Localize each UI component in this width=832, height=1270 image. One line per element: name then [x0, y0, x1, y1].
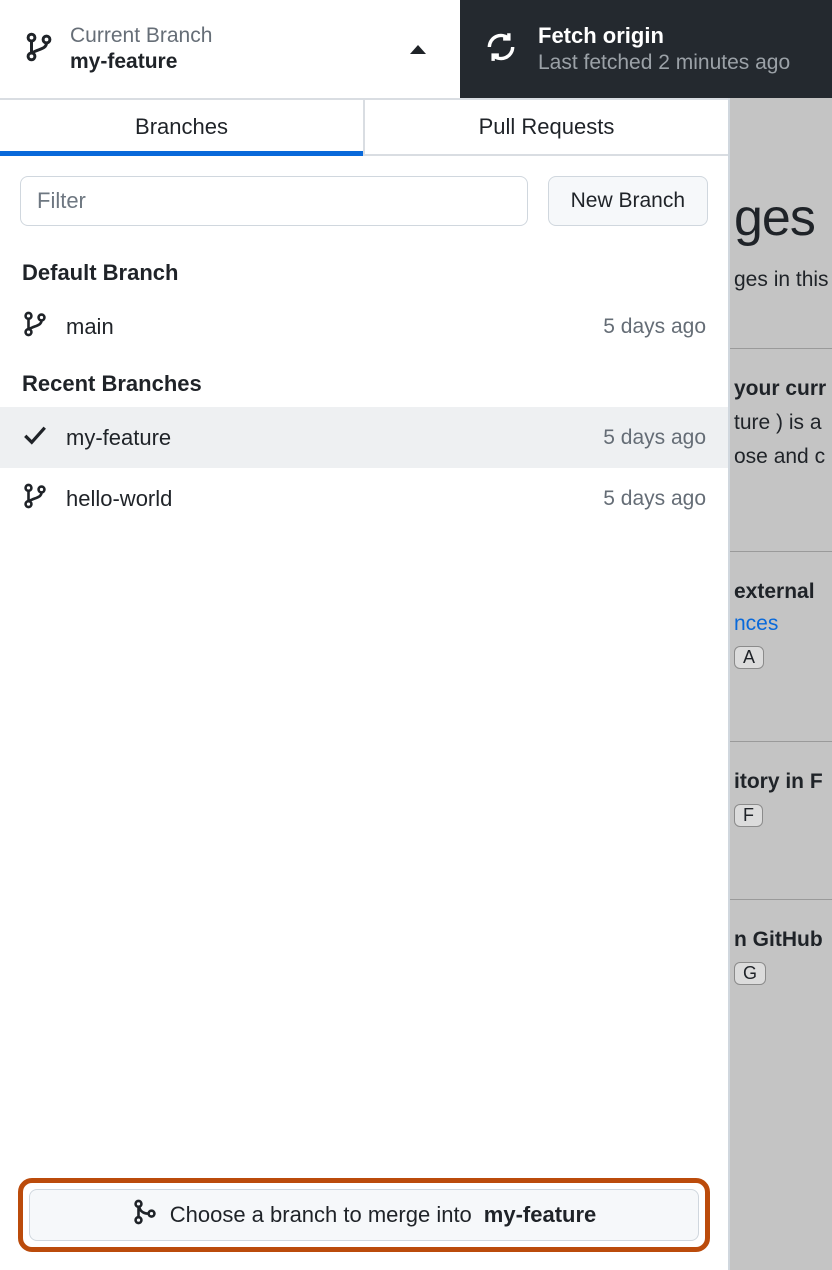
fetch-subtitle: Last fetched 2 minutes ago — [538, 51, 790, 75]
git-branch-icon — [24, 30, 54, 69]
choose-branch-to-merge-button[interactable]: Choose a branch to merge into my-feature — [29, 1189, 699, 1241]
tab-branches[interactable]: Branches — [0, 100, 365, 154]
tabs: Branches Pull Requests — [0, 98, 728, 156]
current-branch-label: Current Branch — [70, 24, 394, 48]
default-branch-section-label: Default Branch — [0, 246, 728, 296]
bg-section: itory in F F — [730, 741, 832, 859]
bg-heading-fragment: ges — [730, 188, 832, 248]
branch-time: 5 days ago — [603, 487, 706, 511]
filter-input[interactable] — [20, 176, 528, 226]
merge-footer: Choose a branch to merge into my-feature — [0, 1160, 728, 1270]
merge-button-target: my-feature — [484, 1202, 596, 1228]
header-bar: Current Branch my-feature Fetch origin L… — [0, 0, 832, 98]
current-branch-value: my-feature — [70, 50, 394, 74]
fetch-origin-button[interactable]: Fetch origin Last fetched 2 minutes ago — [460, 0, 832, 98]
keyboard-shortcut: F — [734, 804, 763, 827]
sync-icon — [484, 30, 518, 69]
merge-button-highlight: Choose a branch to merge into my-feature — [18, 1178, 710, 1252]
bg-section: your curr ture ) is a ose and c — [730, 348, 832, 501]
caret-up-icon — [410, 45, 426, 54]
background-content: ges ges in this your curr ture ) is a os… — [730, 98, 832, 1017]
filter-row: New Branch — [0, 156, 728, 246]
fetch-title: Fetch origin — [538, 23, 790, 49]
bg-section: external nces A — [730, 551, 832, 701]
branch-row-my-feature[interactable]: my-feature 5 days ago — [0, 407, 728, 468]
tab-pull-requests[interactable]: Pull Requests — [365, 100, 728, 154]
keyboard-shortcut: G — [734, 962, 766, 985]
branch-name: main — [66, 314, 585, 340]
git-branch-icon — [22, 482, 48, 515]
keyboard-shortcut: A — [734, 646, 764, 669]
branch-time: 5 days ago — [603, 426, 706, 450]
bg-text-fragment: ges in this — [730, 268, 832, 292]
new-branch-button[interactable]: New Branch — [548, 176, 708, 226]
git-merge-icon — [132, 1198, 158, 1232]
bg-section: n GitHub G — [730, 899, 832, 1017]
branch-name: my-feature — [66, 425, 585, 451]
merge-button-prefix: Choose a branch to merge into — [170, 1202, 472, 1228]
branch-row-hello-world[interactable]: hello-world 5 days ago — [0, 468, 728, 529]
branch-dropdown-panel: Branches Pull Requests New Branch Defaul… — [0, 98, 730, 1270]
branch-name: hello-world — [66, 486, 585, 512]
branch-row-main[interactable]: main 5 days ago — [0, 296, 728, 357]
check-icon — [22, 421, 48, 454]
current-branch-selector[interactable]: Current Branch my-feature — [0, 0, 460, 98]
branch-time: 5 days ago — [603, 315, 706, 339]
git-branch-icon — [22, 310, 48, 343]
recent-branches-section-label: Recent Branches — [0, 357, 728, 407]
